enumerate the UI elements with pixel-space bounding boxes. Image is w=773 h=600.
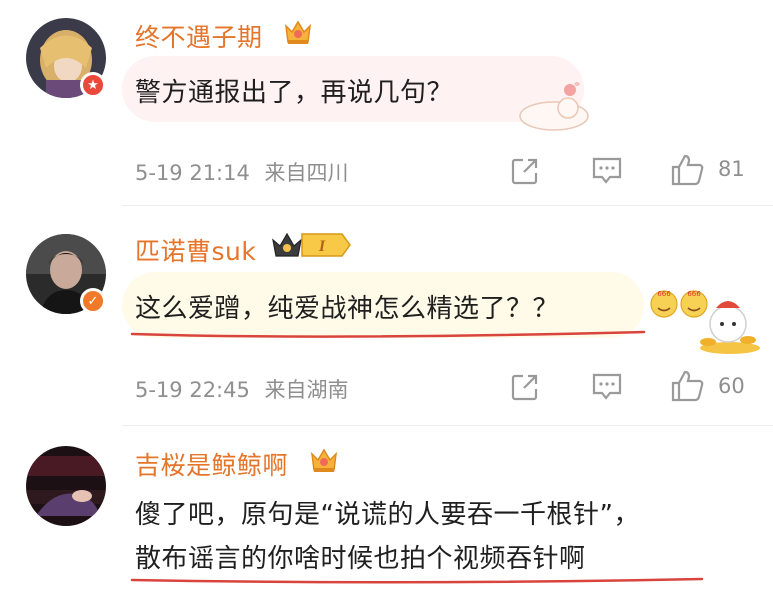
- svg-text:666: 666: [657, 290, 671, 298]
- username[interactable]: 吉桜是鲸鲸啊: [135, 446, 288, 482]
- share-icon[interactable]: [509, 155, 541, 187]
- comment-text-line-1: 傻了吧，原句是“说谎的人要吞一千根针”，: [135, 500, 640, 530]
- comment-item: ★ 终不遇子期 警方通报出了，再说几句？ 5-19 21:14 来自四川 81: [0, 0, 773, 206]
- comment-text: 警方通报出了，再说几句？: [135, 78, 454, 108]
- comment-location: 来自四川: [264, 161, 349, 185]
- svg-text:I: I: [318, 238, 326, 255]
- crown-badge-icon: [272, 232, 302, 257]
- red-underline-annotation: [130, 330, 646, 338]
- comment-icon[interactable]: [590, 155, 624, 187]
- crown-badge-icon: [310, 448, 338, 472]
- share-icon[interactable]: [509, 371, 541, 403]
- avatar[interactable]: [26, 446, 106, 526]
- lucky-sticker-decoration: [700, 301, 760, 354]
- like-count: 60: [718, 374, 745, 398]
- username[interactable]: 终不遇子期: [135, 18, 263, 54]
- like-count: 81: [718, 157, 745, 181]
- level-badge-icon: I: [301, 233, 351, 257]
- comment-meta: 5-19 21:14 来自四川: [135, 157, 349, 187]
- vip-badge-icon: ★: [80, 72, 106, 98]
- crown-badge-icon: [284, 20, 312, 44]
- comment-item: 吉桜是鲸鲸啊 傻了吧，原句是“说谎的人要吞一千根针”， 散布谣言的你啥时候也拍个…: [0, 426, 773, 600]
- comment-time: 5-19 21:14: [135, 161, 250, 185]
- red-underline-annotation: [130, 577, 704, 584]
- comment-text: 这么爱蹭，纯爱战神怎么精选了？？: [135, 294, 560, 324]
- comment-meta: 5-19 22:45 来自湖南: [135, 374, 349, 404]
- comment-time: 5-19 22:45: [135, 378, 250, 402]
- thumbs-up-icon[interactable]: [670, 153, 706, 187]
- comment-item: ✓ 匹诺曹suk I 666 666 这么爱蹭，纯爱战神怎么精选了？？ 5-19…: [0, 206, 773, 426]
- username[interactable]: 匹诺曹suk: [135, 232, 256, 268]
- comment-icon[interactable]: [590, 371, 624, 403]
- comment-text-line-2: 散布谣言的你啥时候也拍个视频吞针啊: [135, 544, 586, 574]
- verified-badge-icon: ✓: [80, 288, 106, 314]
- cat-sticker-decoration: [519, 82, 589, 131]
- comment-location: 来自湖南: [264, 378, 349, 402]
- thumbs-up-icon[interactable]: [670, 369, 706, 403]
